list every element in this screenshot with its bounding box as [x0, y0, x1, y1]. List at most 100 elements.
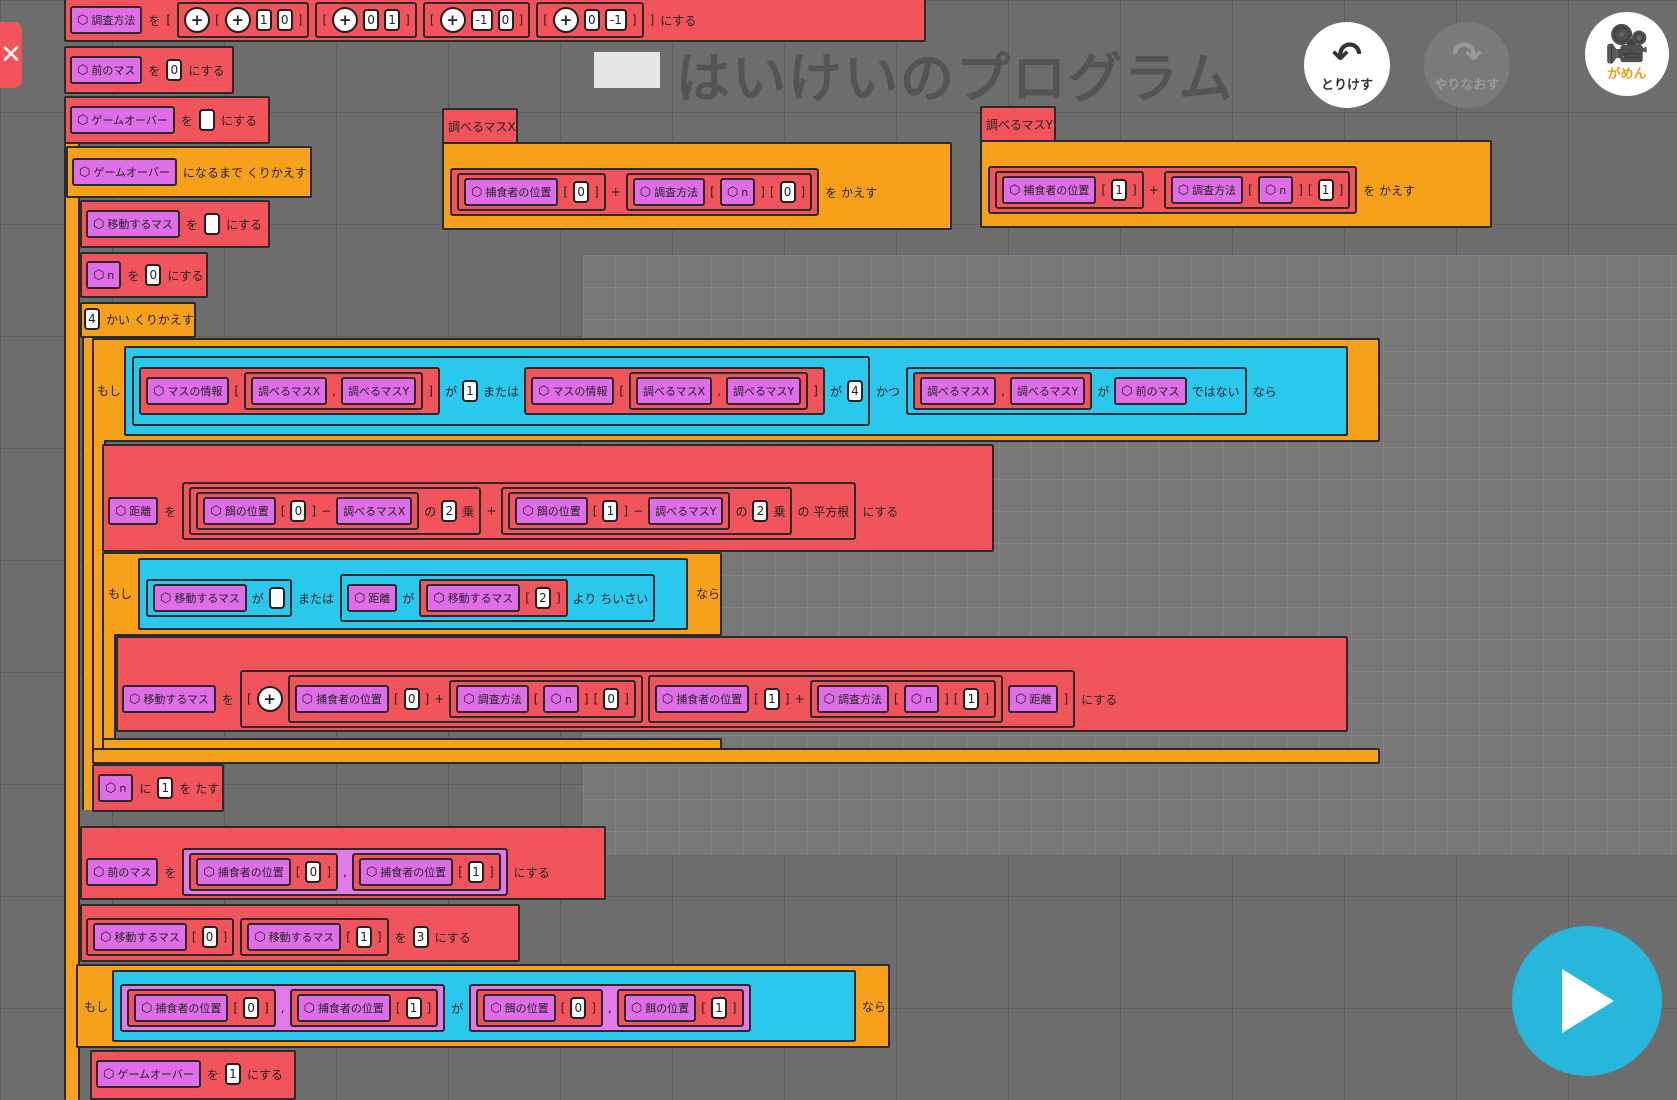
- plus-icon[interactable]: +: [439, 7, 466, 33]
- list-item[interactable]: [+ -1 0]: [422, 2, 531, 38]
- predator-pos[interactable]: ⬡ 捕食者の位置[0] , ⬡ 捕食者の位置[1]: [120, 984, 446, 1032]
- prev-coord-list[interactable]: ⬡ 捕食者の位置 [0] , ⬡ 捕食者の位置 [1]: [182, 848, 508, 896]
- var-checkX[interactable]: 調べるマスX: [336, 497, 413, 525]
- var-n[interactable]: ⬡ n: [543, 685, 579, 713]
- var-survey[interactable]: ⬡ 調査方法: [816, 685, 890, 713]
- move-empty-check[interactable]: ⬡ 移動するマス が: [146, 579, 292, 617]
- survey-index[interactable]: ⬡ 調査方法 [ ⬡ n ] [0]: [449, 680, 636, 718]
- var-move[interactable]: ⬡ 移動するマス: [122, 685, 216, 713]
- coord-pair[interactable]: 調べるマスX , 調べるマスY: [244, 372, 424, 410]
- var-predator[interactable]: ⬡ 捕食者の位置: [296, 994, 391, 1022]
- screen-button[interactable]: 🎥 がめん: [1585, 12, 1669, 96]
- var-dist[interactable]: ⬡ 距離: [346, 584, 398, 612]
- list-item[interactable]: [+0 1]: [315, 2, 417, 38]
- var-move[interactable]: ⬡ 移動するマス: [153, 584, 247, 612]
- diff-x[interactable]: ⬡ 餌の位置 [0] − 調べるマスX: [196, 492, 420, 530]
- survey-index[interactable]: ⬡ 調査方法[⬡ n][1]: [1163, 171, 1351, 209]
- checkX-expr[interactable]: ⬡ 捕食者の位置[0] + ⬡ 調査方法[⬡ n][0]: [450, 168, 820, 216]
- diff-y[interactable]: ⬡ 餌の位置 [1] − 調べるマスY: [508, 492, 731, 530]
- condition-or[interactable]: ⬡ マスの情報 [ 調べるマスX , 調べるマスY ] が 1 または ⬡ マスの情…: [132, 356, 870, 426]
- coord-pair[interactable]: 調べるマスX , 調べるマスY: [912, 372, 1093, 410]
- move-index[interactable]: ⬡ 移動するマス [2]: [419, 579, 568, 617]
- predator-y[interactable]: ⬡ 捕食者の位置[1]: [289, 989, 439, 1027]
- distance-compare[interactable]: ⬡ 距離 が ⬡ 移動するマス [2] より ちいさい: [339, 574, 656, 622]
- plus-icon[interactable]: +: [332, 7, 359, 33]
- var-predator[interactable]: ⬡ 捕食者の位置: [654, 685, 750, 713]
- var-bait[interactable]: ⬡ 餌の位置: [515, 497, 588, 525]
- var-checkY[interactable]: 調べるマスY: [648, 497, 724, 525]
- survey-index[interactable]: ⬡ 調査方法 [ ⬡ n ] [1]: [809, 680, 997, 718]
- move-index-0[interactable]: ⬡ 移動するマス [0]: [86, 918, 235, 956]
- bait-x[interactable]: ⬡ 餌の位置[0]: [476, 989, 604, 1027]
- play-button[interactable]: [1512, 926, 1662, 1076]
- plus-icon[interactable]: +: [552, 7, 579, 33]
- var-move[interactable]: ⬡ 移動するマス: [86, 210, 180, 238]
- var-prev[interactable]: ⬡ 前のマス: [86, 858, 159, 886]
- var-gameover[interactable]: ⬡ ゲームオーバー: [70, 106, 175, 134]
- var-dist[interactable]: ⬡ 距離: [108, 497, 159, 525]
- var-n[interactable]: ⬡ n: [86, 261, 122, 289]
- close-icon[interactable]: ✕: [0, 22, 22, 88]
- plus-icon[interactable]: +: [256, 686, 283, 712]
- var-predator[interactable]: ⬡ 捕食者の位置: [134, 994, 229, 1022]
- info-check-1[interactable]: ⬡ マスの情報 [ 調べるマスX , 調べるマスY ]: [139, 367, 440, 415]
- predator-y[interactable]: ⬡ 捕食者の位置 [1]: [351, 853, 501, 891]
- move-index-1[interactable]: ⬡ 移動するマス [1]: [240, 918, 389, 956]
- predator-x[interactable]: ⬡ 捕食者の位置[0]: [127, 989, 276, 1027]
- pow-y[interactable]: ⬡ 餌の位置 [1] − 調べるマスY の2乗: [501, 487, 793, 535]
- move-list[interactable]: [ + ⬡ 捕食者の位置 [0] + ⬡ 調査方法 [ ⬡ n ] [0] ⬡ 捕食者の…: [239, 670, 1076, 728]
- empty-value[interactable]: [198, 109, 215, 131]
- var-prev[interactable]: ⬡ 前のマス: [70, 56, 143, 84]
- sqrt-expr[interactable]: ⬡ 餌の位置 [0] − 調べるマスX の2乗 + ⬡ 餌の位置 [1] − 調べる…: [182, 482, 857, 540]
- not-prev-check[interactable]: 調べるマスX , 調べるマスY が ⬡ 前のマス ではない: [905, 367, 1247, 415]
- var-bait[interactable]: ⬡ 餌の位置: [623, 994, 697, 1022]
- list-item[interactable]: [+0 -1]: [536, 2, 644, 38]
- empty-value[interactable]: [203, 213, 220, 235]
- var-predator[interactable]: ⬡ 捕食者の位置: [196, 858, 291, 886]
- var-move[interactable]: ⬡ 移動するマス: [93, 923, 187, 951]
- sum-x[interactable]: ⬡ 捕食者の位置 [0] + ⬡ 調査方法 [ ⬡ n ] [0]: [287, 675, 643, 723]
- var-dist[interactable]: ⬡ 距離: [1008, 685, 1059, 713]
- survey-index[interactable]: ⬡ 調査方法[⬡ n][0]: [625, 173, 813, 211]
- var-n[interactable]: ⬡ n: [903, 685, 940, 713]
- var-n[interactable]: ⬡ n: [98, 774, 134, 802]
- var-move[interactable]: ⬡ 移動するマス: [247, 923, 342, 951]
- var-info[interactable]: ⬡ マスの情報: [530, 377, 615, 405]
- plus-icon[interactable]: +: [184, 7, 211, 33]
- var-checkY[interactable]: 調べるマスY: [725, 377, 802, 405]
- var-survey[interactable]: ⬡ 調査方法: [70, 6, 143, 34]
- var-move[interactable]: ⬡ 移動するマス: [426, 584, 521, 612]
- var-checkX[interactable]: 調べるマスX: [919, 377, 997, 405]
- var-checkY[interactable]: 調べるマスY: [1009, 377, 1086, 405]
- predator-x[interactable]: ⬡ 捕食者の位置 [0]: [189, 853, 339, 891]
- var-predator[interactable]: ⬡ 捕食者の位置: [464, 178, 559, 206]
- pow-x[interactable]: ⬡ 餌の位置 [0] − 調べるマスX の2乗: [189, 487, 482, 535]
- var-prev[interactable]: ⬡ 前のマス: [1114, 377, 1187, 405]
- coord-pair[interactable]: 調べるマスX , 調べるマスY: [629, 372, 809, 410]
- predator-y[interactable]: ⬡ 捕食者の位置[1]: [995, 171, 1144, 209]
- predator-x[interactable]: ⬡ 捕食者の位置[0]: [457, 173, 606, 211]
- sum-y[interactable]: ⬡ 捕食者の位置 [1] + ⬡ 調査方法 [ ⬡ n ] [1]: [647, 675, 1004, 723]
- var-info[interactable]: ⬡ マスの情報: [146, 377, 230, 405]
- plus-icon[interactable]: +: [224, 7, 251, 33]
- var-checkX[interactable]: 調べるマスX: [636, 377, 713, 405]
- redo-button[interactable]: ↷ やりなおす: [1424, 22, 1510, 108]
- empty-value[interactable]: [268, 587, 285, 609]
- var-survey[interactable]: ⬡ 調査方法: [1170, 176, 1244, 204]
- var-survey[interactable]: ⬡ 調査方法: [632, 178, 706, 206]
- var-n[interactable]: ⬡ n: [719, 178, 756, 206]
- var-gameover[interactable]: ⬡ ゲームオーバー: [72, 158, 177, 186]
- checkY-expr[interactable]: ⬡ 捕食者の位置[1] + ⬡ 調査方法[⬡ n][1]: [988, 166, 1358, 214]
- var-bait[interactable]: ⬡ 餌の位置: [483, 994, 556, 1022]
- list-item[interactable]: +[+1 0]: [177, 2, 310, 38]
- bait-y[interactable]: ⬡ 餌の位置[1]: [616, 989, 744, 1027]
- var-bait[interactable]: ⬡ 餌の位置: [203, 497, 276, 525]
- var-gameover[interactable]: ⬡ ゲームオーバー: [96, 1060, 201, 1088]
- undo-button[interactable]: ↶ とりけす: [1304, 22, 1390, 108]
- var-predator[interactable]: ⬡ 捕食者の位置: [358, 858, 454, 886]
- var-checkX[interactable]: 調べるマスX: [251, 377, 328, 405]
- var-predator[interactable]: ⬡ 捕食者の位置: [294, 685, 389, 713]
- bait-pos[interactable]: ⬡ 餌の位置[0] , ⬡ 餌の位置[1]: [469, 984, 751, 1032]
- info-check-2[interactable]: ⬡ マスの情報 [ 調べるマスX , 調べるマスY ]: [523, 367, 825, 415]
- var-survey[interactable]: ⬡ 調査方法: [456, 685, 529, 713]
